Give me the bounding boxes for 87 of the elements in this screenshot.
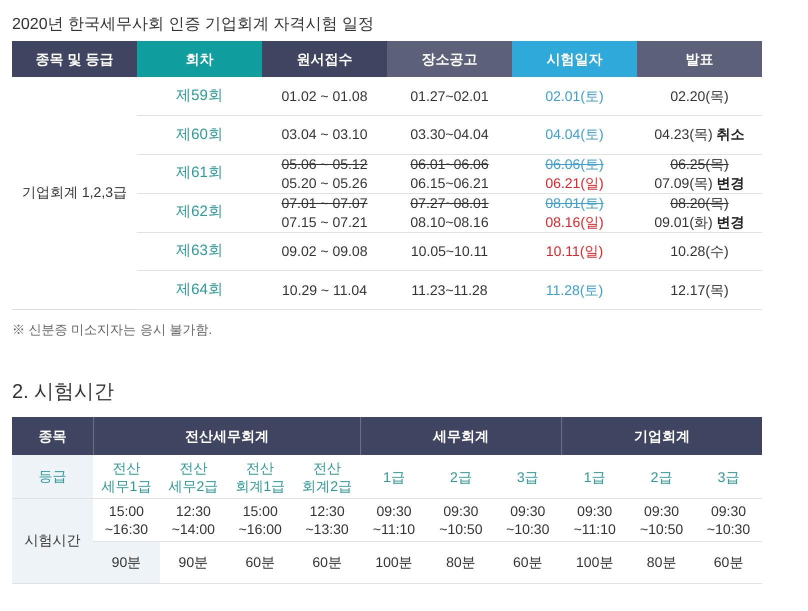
time-text: 09:30 ~10:30	[706, 502, 752, 538]
column-header: 장소공고	[387, 41, 512, 77]
grade-text: 3급	[716, 468, 740, 486]
grade-text: 1급	[582, 468, 607, 486]
time-text: 09:30 ~10:50	[438, 502, 484, 538]
duration-cell: 80분	[427, 541, 494, 584]
time-text: 09:30 ~11:10	[372, 502, 416, 538]
date-text: 02.20(목)	[670, 86, 729, 106]
section-heading: 2. 시험시간	[12, 380, 116, 406]
date-text: 08.20(목)	[670, 194, 729, 213]
status-note: 변경	[716, 212, 745, 232]
duration-cell: 80분	[628, 541, 696, 584]
time-text: 09:30 ~11:10	[572, 502, 617, 538]
date-text: 04.04(토)	[545, 125, 604, 144]
date-text: 05.20 ~ 05.26	[281, 174, 368, 193]
grade-text: 2급	[650, 468, 674, 486]
column-header: 종목	[12, 417, 93, 456]
round-cell: 제64회	[137, 270, 262, 310]
round-cell: 제59회	[137, 77, 262, 116]
column-header: 종목 및 등급	[12, 41, 137, 77]
date-text: 10.11(일)	[546, 242, 604, 261]
column-header: 발표	[637, 41, 762, 77]
grade-text: 전산 세무2급	[167, 458, 220, 495]
column-header: 회차	[137, 41, 262, 77]
date-text: 12.17(목)	[670, 280, 729, 300]
date-text: 06.01~06.06	[410, 154, 489, 174]
category-cell: 기업회계 1,2,3급	[12, 77, 137, 310]
grade-text: 3급	[516, 468, 540, 486]
page-title: 2020년 한국세무사회 인증 기업회계 자격시험 일정	[12, 14, 375, 34]
column-header: 전산세무회계	[93, 417, 361, 456]
column-header: 시험일자	[512, 41, 637, 77]
column-header: 기업회계	[561, 417, 762, 456]
date-text: 01.27~02.01	[410, 86, 489, 106]
date-text: 03.04 ~ 03.10	[281, 125, 368, 144]
date-text: 07.09(목)	[654, 174, 713, 193]
status-note: 변경	[716, 174, 745, 193]
date-text: 11.28(토)	[546, 280, 604, 300]
row-header: 시험시간	[12, 498, 93, 584]
duration-cell: 100분	[360, 541, 428, 584]
date-text: 01.02 ~ 01.08	[281, 86, 368, 106]
duration-cell: 60분	[294, 541, 361, 584]
grade-text: 전산 회계2급	[301, 458, 354, 495]
date-text: 08.10~08.16	[410, 212, 489, 232]
time-text: 15:00 ~16:30	[104, 502, 150, 538]
duration-cell: 90분	[160, 541, 227, 584]
date-text: 09.01(화)	[654, 212, 713, 232]
time-text: 09:30 ~10:50	[638, 502, 684, 538]
date-text: 08.01(토)	[545, 194, 604, 213]
date-text: 10.29 ~ 11.04	[282, 280, 367, 300]
round-cell: 제61회	[137, 154, 262, 194]
date-text: 08.16(일)	[545, 212, 604, 232]
date-text: 05.06 ~ 05.12	[281, 154, 368, 174]
date-text: 07.01 ~ 07.07	[281, 194, 368, 213]
time-text: 12:30 ~14:00	[170, 502, 216, 538]
grade-text: 1급	[382, 468, 406, 486]
column-header: 세무회계	[360, 417, 562, 456]
date-text: 03.30~04.04	[410, 125, 489, 144]
column-header: 원서접수	[262, 41, 387, 77]
time-text: 09:30 ~10:30	[505, 502, 550, 538]
date-text: 07.15 ~ 07.21	[281, 212, 368, 232]
time-text: 15:00 ~16:00	[238, 502, 283, 538]
row-header: 등급	[12, 455, 93, 498]
round-cell: 제60회	[137, 116, 262, 154]
footnote: ※ 신분증 미소지자는 응시 불가함.	[12, 320, 214, 339]
date-text: 10.05~10.11	[410, 242, 488, 261]
duration-cell: 100분	[561, 541, 628, 584]
grade-text: 2급	[449, 468, 473, 486]
grade-text: 전산 회계1급	[234, 458, 286, 495]
duration-cell: 60분	[226, 541, 294, 584]
date-text: 06.21(일)	[545, 174, 604, 193]
date-text: 04.23(목)	[654, 125, 713, 144]
date-text: 02.01(토)	[545, 86, 604, 106]
round-cell: 제62회	[137, 193, 262, 232]
date-text: 09.02 ~ 09.08	[281, 242, 368, 261]
round-cell: 제63회	[137, 232, 262, 271]
date-text: 06.25(목)	[670, 154, 729, 174]
status-note: 취소	[716, 125, 745, 144]
date-text: 07.27~08.01	[410, 194, 489, 213]
duration-cell: 60분	[695, 541, 762, 584]
date-text: 11.23~11.28	[411, 280, 488, 300]
grade-text: 전산 세무1급	[100, 458, 152, 495]
date-text: 06.15~06.21	[410, 174, 489, 193]
date-text: 10.28(수)	[670, 242, 729, 261]
duration-cell: 60분	[494, 541, 562, 584]
date-text: 06.06(토)	[545, 154, 604, 174]
time-text: 12:30 ~13:30	[304, 502, 350, 538]
duration-cell: 90분	[93, 541, 160, 584]
